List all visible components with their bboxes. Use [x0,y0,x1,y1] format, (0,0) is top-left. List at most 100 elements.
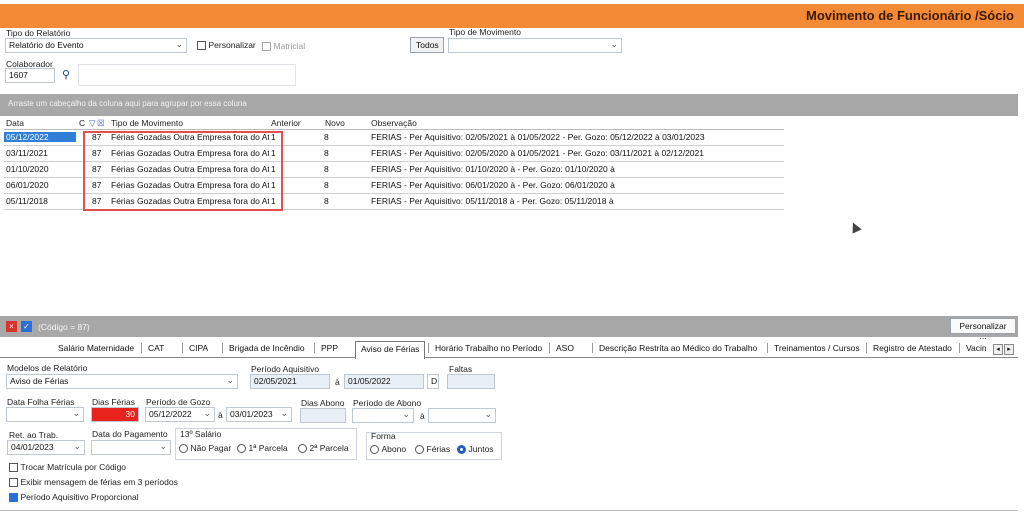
pg-inicio-select[interactable]: 05/12/2022 ⌄ [145,407,215,422]
close-filter-icon[interactable]: × [6,321,17,332]
col-header-novo[interactable]: Novo [325,118,345,128]
tab-scroll-left-icon[interactable]: ◂ [993,344,1003,355]
chevron-down-icon: ⌄ [226,375,234,385]
radio-circle[interactable] [457,445,466,455]
pa-sep: à [335,377,340,387]
radio-label: Férias [426,444,451,454]
binoculars-icon[interactable]: ⚲ [62,68,70,81]
modelos-select[interactable]: Aviso de Férias ⌄ [6,374,238,389]
checkbox-box[interactable] [262,42,271,52]
trocar-matricula-checkbox[interactable]: Trocar Matrícula por Código [9,462,126,473]
cell-data: 06/01/2020 [6,180,49,190]
personalizar-button[interactable]: Personalizar ... [950,318,1016,341]
col-header-anterior[interactable]: Anterior [271,118,301,128]
ret-trab-value: 04/01/2023 [11,442,54,452]
group-by-hint: Arraste um cabeçalho da coluna aqui para… [8,99,247,108]
pa-inicio-input[interactable]: 02/05/2021 [250,374,330,389]
periodo-abono-label: Período de Abono [353,398,422,408]
exibir-mensagem-label: Exibir mensagem de férias em 3 períodos [20,477,178,487]
tab-cat[interactable]: CAT [141,343,164,353]
tab-registro-atestado[interactable]: Registro de Atestado [866,343,952,353]
personalizar-checkbox[interactable]: Personalizar [197,40,256,51]
pab-inicio-select[interactable]: ⌄ [352,408,414,423]
bottom-divider [0,510,1018,511]
radio-1a-parcela[interactable]: 1ª Parcela [237,443,288,454]
radio-2a-parcela[interactable]: 2ª Parcela [298,443,349,454]
pab-fim-select[interactable]: ⌄ [428,408,496,423]
tab-scroll-right-icon[interactable]: ▸ [1004,344,1014,355]
exibir-mensagem-checkbox[interactable]: Exibir mensagem de férias em 3 períodos [9,477,178,488]
matricial-checkbox[interactable]: Matricial [262,41,306,52]
tab-aviso-ferias[interactable]: Aviso de Férias [355,341,426,359]
colaborador-input[interactable]: 1607 [5,68,55,83]
radio-ferias[interactable]: Férias [415,444,451,455]
radio-circle[interactable] [179,444,188,454]
cell-novo: 8 [324,148,329,158]
filter-toggle-checkbox[interactable]: ✓ [21,321,32,332]
radio-juntos[interactable]: Juntos [457,444,494,455]
col-header-data[interactable]: Data [6,118,24,128]
cell-obs: FERIAS - Per Aquisitivo: 01/10/2020 à - … [371,164,615,174]
pa-d-field[interactable]: D [427,374,439,389]
radio-nao-pagar[interactable]: Não Pagar [179,443,231,454]
group-by-bar[interactable]: Arraste um cabeçalho da coluna aqui para… [0,94,1018,116]
pg-fim-select[interactable]: 03/01/2023 ⌄ [226,407,292,422]
chevron-down-icon: ⌄ [484,409,492,419]
data-pagamento-select[interactable]: ⌄ [91,440,171,455]
tab-cipa[interactable]: CIPA [182,343,208,353]
col-header-observacao[interactable]: Observação [371,118,417,128]
data-folha-label: Data Folha Férias [7,397,75,407]
tab-descricao-restrita[interactable]: Descrição Restrita ao Médico do Trabalho [592,343,757,353]
todos-button[interactable]: Todos [410,37,444,53]
column-chooser-icon[interactable]: ☒ [97,118,105,129]
tab-salario-maternidade[interactable]: Salário Maternidade [52,343,134,353]
faltas-input[interactable] [447,374,495,389]
colaborador-name-field [78,64,296,86]
filter-icon[interactable]: ▽ [89,118,96,129]
radio-label: 1ª Parcela [248,443,288,453]
tab-horario-trabalho[interactable]: Horário Trabalho no Período [428,343,542,353]
chevron-down-icon: ⌄ [72,408,80,418]
filter-text: (Código = 87) [38,322,90,332]
radio-circle[interactable] [370,445,379,455]
dias-ferias-input[interactable]: 30 [91,407,139,422]
filter-bar: × ✓ (Código = 87) Personalizar ... [0,316,1018,341]
tab-vacina[interactable]: Vacin [959,343,995,353]
checkbox-box[interactable] [9,493,18,503]
tipo-relatorio-select[interactable]: Relatório do Evento ⌄ [5,38,187,53]
matricial-label: Matricial [273,41,306,51]
ret-trab-select[interactable]: 04/01/2023 ⌄ [7,440,85,455]
pg-sep: à [218,410,223,420]
cell-novo: 8 [324,164,329,174]
cell-data: 05/12/2022 [4,132,76,142]
tipo-movimento-select[interactable]: ⌄ [448,38,622,53]
mouse-cursor-icon [848,220,862,234]
ret-trab-label: Ret. ao Trab. [9,430,59,440]
tab-treinamentos[interactable]: Treinamentos / Cursos [767,343,860,353]
checkbox-box[interactable] [197,41,206,51]
col-header-c[interactable]: C [79,118,85,128]
col-header-tipo[interactable]: Tipo de Movimento [111,118,183,128]
chevron-down-icon: ⌄ [280,408,288,418]
tab-aso[interactable]: ASO [549,343,574,353]
header-divider [4,129,784,130]
pa-fim-input[interactable]: 01/05/2022 [344,374,424,389]
tab-brigada[interactable]: Brigada de Incêndio [222,343,305,353]
cell-obs: FERIAS - Per Aquisitivo: 06/01/2020 à - … [371,180,615,190]
periodo-aquisitivo-label: Período Aquisitivo [251,364,320,374]
tab-ppp[interactable]: PPP [314,343,338,353]
dias-abono-input[interactable] [300,408,346,423]
radio-circle[interactable] [237,444,246,454]
checkbox-box[interactable] [9,478,18,488]
radio-abono[interactable]: Abono [370,444,406,455]
radio-circle[interactable] [298,444,307,454]
periodo-proporcional-checkbox[interactable]: Período Aquisitivo Proporcional [9,492,139,503]
checkbox-box[interactable] [9,463,18,473]
cell-data: 01/10/2020 [6,164,49,174]
radio-circle[interactable] [415,445,424,455]
pg-inicio-value: 05/12/2022 [149,409,192,419]
data-folha-select[interactable]: ⌄ [6,407,84,422]
cell-novo: 8 [324,180,329,190]
tab-strip: Salário Maternidade CAT CIPA Brigada de … [0,341,1018,359]
chevron-down-icon: ⌄ [175,39,183,49]
